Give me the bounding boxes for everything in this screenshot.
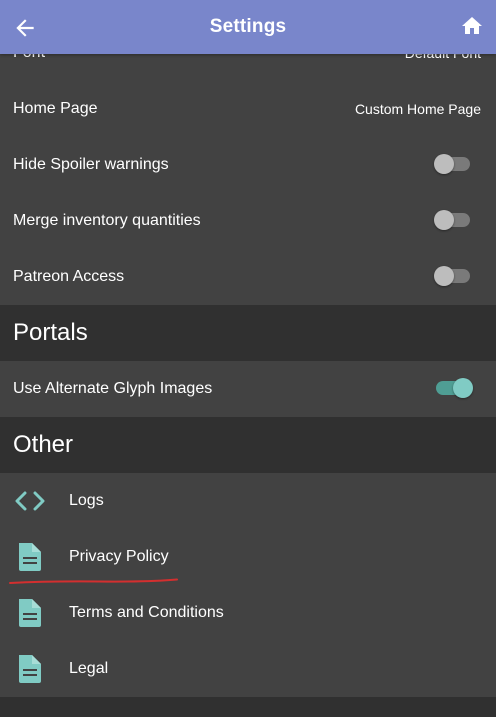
patreon-toggle[interactable] [434, 266, 470, 286]
alt-glyph-toggle[interactable] [436, 378, 473, 398]
other-item-privacy-policy[interactable]: Privacy Policy [0, 529, 496, 585]
section-header-portals: Portals [0, 305, 496, 361]
section-header-other: Other [0, 417, 496, 473]
setting-alt-glyph-label: Use Alternate Glyph Images [13, 380, 213, 397]
document-icon [19, 599, 41, 627]
section-title-other: Other [13, 431, 74, 458]
setting-home-page[interactable]: Home Page Custom Home Page [0, 81, 496, 137]
document-icon [19, 543, 41, 571]
setting-alt-glyph: Use Alternate Glyph Images [0, 361, 496, 417]
setting-hide-spoiler: Hide Spoiler warnings [0, 137, 496, 193]
document-icon [19, 655, 41, 683]
other-item-terms[interactable]: Terms and Conditions [0, 585, 496, 641]
arrow-left-icon[interactable] [12, 15, 38, 41]
setting-home-page-value: Custom Home Page [354, 101, 481, 117]
toggle-knob [434, 210, 454, 230]
setting-patreon: Patreon Access [0, 249, 496, 305]
page-title: Settings [209, 16, 287, 37]
other-item-logs-label: Logs [69, 492, 104, 509]
setting-patreon-label: Patreon Access [13, 268, 125, 285]
merge-inventory-toggle[interactable] [434, 210, 470, 230]
annotation-underline [9, 578, 178, 584]
other-item-logs[interactable]: Logs [0, 473, 496, 529]
toggle-knob [434, 154, 454, 174]
setting-hide-spoiler-label: Hide Spoiler warnings [13, 156, 169, 173]
other-item-privacy-policy-label: Privacy Policy [69, 548, 169, 565]
setting-merge-inventory-label: Merge inventory quantities [13, 212, 201, 229]
toggle-knob [434, 266, 454, 286]
home-icon[interactable] [460, 14, 484, 38]
setting-home-page-label: Home Page [13, 100, 98, 117]
toggle-knob [453, 378, 473, 398]
code-icon [15, 491, 45, 511]
section-title-portals: Portals [13, 319, 88, 346]
other-item-terms-label: Terms and Conditions [69, 604, 224, 621]
other-item-legal[interactable]: Legal [0, 641, 496, 697]
hide-spoiler-toggle[interactable] [434, 154, 470, 174]
settings-list[interactable]: Font Default Font Home Page Custom Home … [0, 25, 496, 717]
list-bottom-divider [0, 697, 496, 717]
setting-merge-inventory: Merge inventory quantities [0, 193, 496, 249]
app-bar: Settings [0, 0, 496, 54]
other-item-legal-label: Legal [69, 660, 109, 677]
